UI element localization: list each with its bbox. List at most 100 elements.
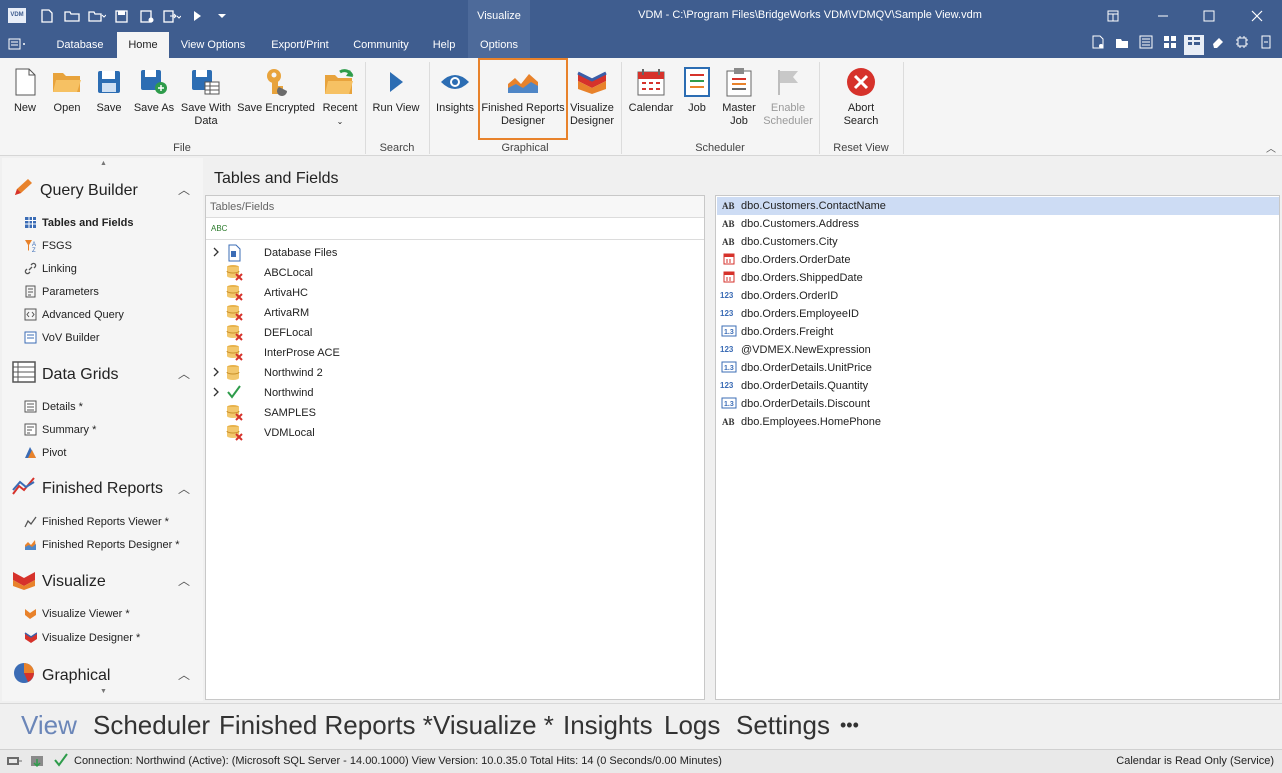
nav-item-pivot[interactable]: Pivot: [24, 446, 66, 459]
field-row[interactable]: 123 @VDMEX.NewExpression: [717, 341, 1279, 359]
save-button[interactable]: Save: [90, 64, 128, 115]
open-button[interactable]: Open: [48, 64, 86, 115]
field-row[interactable]: 1.3 dbo.OrderDetails.Discount: [717, 395, 1279, 413]
tab-help[interactable]: Help: [424, 32, 464, 58]
bottom-nav-settings[interactable]: Settings: [736, 710, 830, 741]
nav-section-visualize[interactable]: Visualize: [12, 568, 106, 595]
collapse-finished-reports-icon[interactable]: ︿: [178, 480, 190, 497]
qat-open-recent-icon[interactable]: [86, 6, 107, 26]
field-row[interactable]: 1.3 dbo.Orders.Freight: [717, 323, 1279, 341]
layout-list-icon[interactable]: [1136, 35, 1156, 55]
tree-row[interactable]: Northwind 2: [206, 363, 704, 383]
chip-settings-icon[interactable]: [1232, 35, 1252, 55]
folder-icon[interactable]: [1112, 35, 1132, 55]
collapse-query-builder-icon[interactable]: ︿: [178, 181, 190, 198]
save-with-data-button[interactable]: Save With Data: [178, 64, 234, 128]
app-menu-icon[interactable]: [8, 37, 34, 53]
nav-item-parameters[interactable]: Parameters: [24, 285, 99, 298]
qat-new-icon[interactable]: [36, 6, 57, 26]
field-row[interactable]: dbo.Orders.OrderDate: [717, 251, 1279, 269]
qat-save-as-icon[interactable]: [136, 6, 157, 26]
grid-view-icon[interactable]: [1160, 35, 1180, 55]
scroll-down-icon[interactable]: ▼: [100, 688, 107, 695]
tab-options[interactable]: Options: [468, 32, 530, 58]
nav-item-tables-and-fields[interactable]: Tables and Fields: [24, 216, 134, 229]
tree-row[interactable]: DEFLocal: [206, 323, 704, 343]
tree-filter-row[interactable]: ABC: [206, 218, 704, 240]
finished-reports-designer-button[interactable]: Finished Reports Designer: [478, 58, 568, 140]
abort-search-button[interactable]: Abort Search: [830, 64, 892, 128]
expand-ribbon-icon[interactable]: [1256, 35, 1276, 55]
tree-row[interactable]: ABCLocal: [206, 263, 704, 283]
bottom-nav-view[interactable]: View: [21, 710, 77, 741]
tree-row[interactable]: Database Files: [206, 243, 704, 263]
bottom-nav-finished-reports[interactable]: Finished Reports *: [219, 710, 433, 741]
minimize-icon[interactable]: [1140, 0, 1186, 32]
field-row[interactable]: AB dbo.Customers.ContactName: [717, 197, 1279, 215]
expand-chevron-icon[interactable]: [206, 387, 226, 400]
field-row[interactable]: AB dbo.Customers.City: [717, 233, 1279, 251]
qat-run-icon[interactable]: [186, 6, 207, 26]
tab-community[interactable]: Community: [346, 32, 416, 58]
field-row[interactable]: dbo.Orders.ShippedDate: [717, 269, 1279, 287]
run-view-button[interactable]: Run View: [370, 64, 422, 115]
new-document-settings-icon[interactable]: [1088, 35, 1108, 55]
nav-section-finished-reports[interactable]: Finished Reports: [12, 476, 163, 501]
nav-item-visualize-designer[interactable]: Visualize Designer *: [24, 631, 140, 644]
tree-row[interactable]: Northwind: [206, 383, 704, 403]
nav-section-data-grids[interactable]: Data Grids: [12, 361, 118, 388]
nav-item-details[interactable]: Details *: [24, 400, 83, 413]
tab-home[interactable]: Home: [117, 32, 169, 58]
nav-item-finished-reports-designer[interactable]: Finished Reports Designer *: [24, 538, 180, 551]
bottom-nav-logs[interactable]: Logs: [664, 710, 720, 741]
field-row[interactable]: AB dbo.Employees.HomePhone: [717, 413, 1279, 431]
qat-save-icon[interactable]: [111, 6, 132, 26]
expand-chevron-icon[interactable]: [206, 247, 226, 260]
save-encrypted-button[interactable]: Save Encrypted: [236, 64, 316, 115]
field-row[interactable]: 123 dbo.Orders.OrderID: [717, 287, 1279, 305]
bottom-nav-scheduler[interactable]: Scheduler: [93, 710, 210, 741]
eraser-icon[interactable]: [1208, 35, 1228, 55]
collapse-graphical-icon[interactable]: ︿: [178, 666, 190, 683]
scroll-up-icon[interactable]: ▲: [100, 160, 107, 167]
collapse-visualize-icon[interactable]: ︿: [178, 572, 190, 589]
restore-layout-icon[interactable]: [1090, 0, 1136, 32]
bottom-nav-insights[interactable]: Insights: [563, 710, 653, 741]
nav-item-advanced-query[interactable]: Advanced Query: [24, 308, 124, 321]
enable-scheduler-button[interactable]: Enable Scheduler: [762, 64, 814, 128]
nav-item-summary[interactable]: Summary *: [24, 423, 96, 436]
field-row[interactable]: AB dbo.Customers.Address: [717, 215, 1279, 233]
qat-export-icon[interactable]: [161, 6, 182, 26]
close-icon[interactable]: [1234, 0, 1280, 32]
collapse-ribbon-icon[interactable]: ︿: [1266, 140, 1276, 155]
insights-button[interactable]: Insights: [434, 64, 476, 115]
tree-row[interactable]: SAMPLES: [206, 403, 704, 423]
collapse-data-grids-icon[interactable]: ︿: [178, 365, 190, 382]
tab-view-options[interactable]: View Options: [172, 32, 254, 58]
field-row[interactable]: 123 dbo.OrderDetails.Quantity: [717, 377, 1279, 395]
visualize-designer-button[interactable]: Visualize Designer: [568, 64, 616, 128]
tab-export-print[interactable]: Export/Print: [260, 32, 340, 58]
nav-item-fsgs[interactable]: AZ FSGS: [24, 239, 72, 254]
qat-open-icon[interactable]: [61, 6, 82, 26]
new-button[interactable]: New: [6, 64, 44, 115]
nav-item-visualize-viewer[interactable]: Visualize Viewer *: [24, 607, 130, 620]
nav-section-query-builder[interactable]: Query Builder: [12, 178, 138, 203]
expand-chevron-icon[interactable]: [206, 367, 226, 380]
recent-button[interactable]: Recent ⌄: [318, 64, 362, 128]
field-row[interactable]: 1.3 dbo.OrderDetails.UnitPrice: [717, 359, 1279, 377]
tree-row[interactable]: InterProse ACE: [206, 343, 704, 363]
bottom-nav-visualize[interactable]: Visualize *: [433, 710, 554, 741]
maximize-icon[interactable]: [1186, 0, 1232, 32]
qat-customize-icon[interactable]: [211, 6, 232, 26]
bottom-nav-more[interactable]: •••: [840, 715, 859, 736]
nav-section-graphical[interactable]: Graphical: [12, 662, 110, 689]
job-button[interactable]: Job: [680, 64, 714, 115]
field-row[interactable]: 123 dbo.Orders.EmployeeID: [717, 305, 1279, 323]
nav-item-linking[interactable]: Linking: [24, 262, 77, 275]
nav-item-vov-builder[interactable]: VoV Builder: [24, 331, 99, 344]
tab-database[interactable]: Database: [46, 32, 114, 58]
save-as-button[interactable]: Save As: [132, 64, 176, 115]
calendar-button[interactable]: Calendar: [626, 64, 676, 115]
nav-item-finished-reports-viewer[interactable]: Finished Reports Viewer *: [24, 515, 169, 528]
